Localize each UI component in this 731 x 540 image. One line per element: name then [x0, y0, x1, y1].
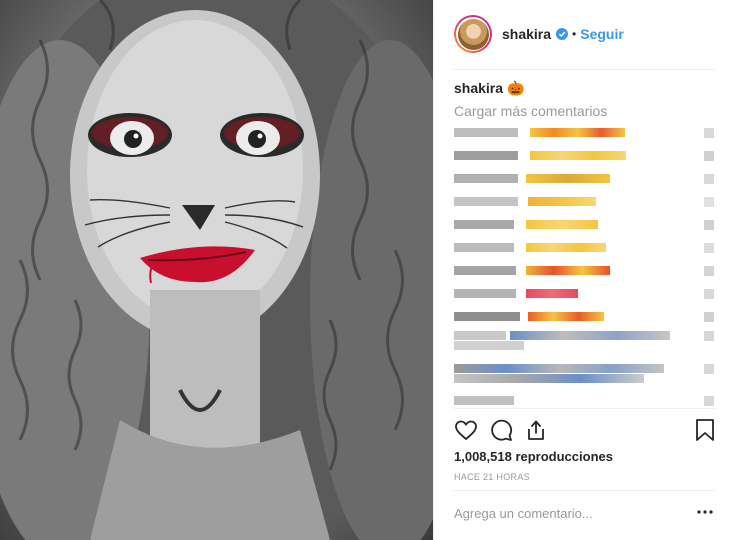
- comment-row: [454, 360, 722, 383]
- comment-row: [454, 327, 722, 350]
- comment-divider: [454, 490, 715, 491]
- comment-like-icon[interactable]: [704, 151, 714, 161]
- header-divider: [454, 69, 715, 70]
- avatar[interactable]: [454, 15, 492, 53]
- view-count[interactable]: 1,008,518 reproducciones: [454, 449, 613, 464]
- comment-like-icon[interactable]: [704, 220, 714, 230]
- comment-like-icon[interactable]: [704, 396, 714, 406]
- comment-like-icon[interactable]: [704, 331, 714, 341]
- comment-row: [454, 124, 722, 140]
- comment-like-icon[interactable]: [704, 266, 714, 276]
- comment-row: [454, 285, 722, 301]
- comment-like-icon[interactable]: [704, 243, 714, 253]
- comment-icon[interactable]: [489, 418, 513, 442]
- post-media[interactable]: [0, 0, 433, 540]
- comment-like-icon[interactable]: [704, 312, 714, 322]
- comment-row: [454, 170, 722, 186]
- comment-like-icon[interactable]: [704, 197, 714, 207]
- comment-row: [454, 193, 722, 209]
- comment-like-icon[interactable]: [704, 289, 714, 299]
- comment-like-icon[interactable]: [704, 364, 714, 374]
- share-icon[interactable]: [524, 418, 548, 442]
- caption-username[interactable]: shakira: [454, 80, 503, 96]
- comment-row: [454, 262, 722, 278]
- separator-dot: •: [572, 27, 577, 41]
- comment-like-icon[interactable]: [704, 128, 714, 138]
- post-sidebar: shakira • Seguir shakira 🎃 Cargar más co…: [433, 0, 731, 540]
- load-more-comments-button[interactable]: Cargar más comentarios: [454, 103, 607, 119]
- post-timestamp[interactable]: HACE 21 HORAS: [454, 472, 530, 482]
- comment-row: [454, 308, 722, 324]
- comment-input[interactable]: Agrega un comentario...: [454, 506, 593, 521]
- avatar-image: [457, 18, 489, 50]
- heart-icon[interactable]: [454, 418, 478, 442]
- action-bar: [454, 418, 716, 444]
- comment-row: [454, 239, 722, 255]
- header-username[interactable]: shakira: [502, 26, 551, 42]
- follow-button[interactable]: Seguir: [580, 26, 624, 42]
- caption-text: 🎃: [506, 80, 525, 96]
- verified-badge-icon: [556, 28, 569, 40]
- post-photo: [0, 0, 433, 540]
- comment-row: [454, 392, 722, 408]
- post-caption: shakira 🎃: [454, 80, 524, 97]
- comment-row: [454, 147, 722, 163]
- comment-like-icon[interactable]: [704, 174, 714, 184]
- post-header: shakira • Seguir: [454, 12, 715, 56]
- more-options-icon[interactable]: [696, 509, 714, 515]
- comment-row: [454, 216, 722, 232]
- actions-divider: [454, 408, 715, 409]
- bookmark-icon[interactable]: [694, 418, 716, 442]
